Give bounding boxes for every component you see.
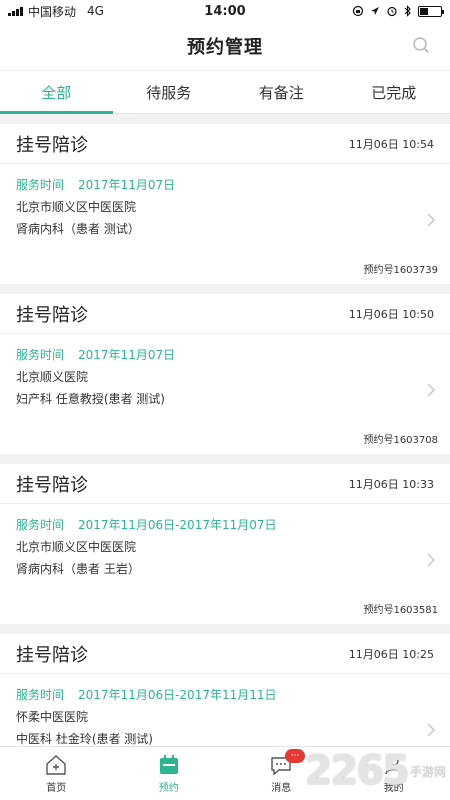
tab-home-label: 首页: [46, 783, 67, 794]
appointment-number: 预约号1603739: [363, 265, 438, 276]
tab-pending[interactable]: 待服务: [113, 71, 226, 113]
department-patient: 妇产科 任意教授(患者 测试): [16, 392, 165, 406]
search-icon[interactable]: [412, 36, 430, 54]
department-patient: 肾病内科（患者 测试）: [16, 222, 140, 236]
location-icon: [371, 7, 379, 15]
service-date: 2017年11月07日: [78, 348, 176, 362]
service-row: 服务时间 2017年11月07日: [16, 344, 434, 366]
card-header: 挂号陪诊 11月06日 10:50: [0, 294, 450, 334]
card-created-time: 11月06日 10:25: [348, 647, 434, 661]
chevron-right-icon: [427, 553, 436, 567]
card-body: 服务时间 2017年11月07日 北京市顺义区中医医院 肾病内科（患者 测试）: [0, 164, 450, 240]
service-row: 服务时间 2017年11月06日-2017年11月07日: [16, 514, 434, 536]
status-right: [352, 5, 444, 17]
battery-icon: [418, 5, 444, 17]
calendar-icon: [159, 755, 178, 774]
card-body: 服务时间 2017年11月07日 北京顺义医院 妇产科 任意教授(患者 测试): [0, 334, 450, 410]
carrier-label: 中国移动: [28, 4, 77, 19]
card-header: 挂号陪诊 11月06日 10:54: [0, 124, 450, 164]
status-bar: 中国移动 4G 14:00: [0, 0, 450, 22]
home-icon: [46, 755, 66, 775]
message-badge: ···: [285, 749, 305, 763]
chevron-right-icon: [427, 383, 436, 397]
page-title: 预约管理: [187, 37, 263, 58]
department-patient: 肾病内科（患者 王岩）: [16, 562, 140, 576]
service-label: 服务时间: [16, 178, 65, 192]
tab-remarks[interactable]: 有备注: [225, 71, 338, 113]
service-date: 2017年11月06日-2017年11月07日: [78, 518, 277, 532]
service-row: 服务时间 2017年11月06日-2017年11月11日: [16, 684, 434, 706]
watermark-logo: 2265: [304, 748, 410, 794]
filter-tabs: 全部 待服务 有备注 已完成: [0, 70, 450, 114]
appointment-card[interactable]: 挂号陪诊 11月06日 10:33 服务时间 2017年11月06日-2017年…: [0, 464, 450, 624]
service-label: 服务时间: [16, 518, 65, 532]
lock-rotation-icon: [352, 5, 364, 17]
card-body: 服务时间 2017年11月06日-2017年11月07日 北京市顺义区中医医院 …: [0, 504, 450, 580]
service-date: 2017年11月07日: [78, 178, 176, 192]
department-patient: 中医科 杜金玲(患者 测试): [16, 732, 153, 746]
appointment-card[interactable]: 挂号陪诊 11月06日 10:25 服务时间 2017年11月06日-2017年…: [0, 634, 450, 746]
appointment-number: 预约号1603581: [363, 605, 438, 616]
card-created-time: 11月06日 10:33: [348, 477, 434, 491]
service-row: 服务时间 2017年11月07日: [16, 174, 434, 196]
card-title: 挂号陪诊: [16, 134, 88, 156]
hospital-name: 怀柔中医医院: [16, 710, 89, 724]
watermark: 2265 手游网: [305, 748, 446, 794]
service-date: 2017年11月06日-2017年11月11日: [78, 688, 277, 702]
hospital-name: 北京市顺义区中医医院: [16, 200, 137, 214]
watermark-text: 手游网: [409, 764, 446, 779]
hospital-name: 北京顺义医院: [16, 370, 89, 384]
card-created-time: 11月06日 10:54: [348, 137, 434, 151]
service-label: 服务时间: [16, 688, 65, 702]
tab-appointment[interactable]: 预约: [113, 747, 226, 800]
bluetooth-icon: [404, 5, 411, 17]
tab-messages-label: 消息: [271, 783, 292, 794]
appointment-card[interactable]: 挂号陪诊 11月06日 10:50 服务时间 2017年11月07日 北京顺义医…: [0, 294, 450, 454]
appointment-list[interactable]: 挂号陪诊 11月06日 10:54 服务时间 2017年11月07日 北京市顺义…: [0, 124, 450, 746]
signal-icon: [8, 6, 23, 16]
tab-appointment-label: 预约: [158, 783, 179, 794]
network-label: 4G: [87, 4, 104, 18]
chevron-right-icon: [427, 723, 436, 737]
card-body: 服务时间 2017年11月06日-2017年11月11日 怀柔中医医院 中医科 …: [0, 674, 450, 746]
appointment-number: 预约号1603708: [363, 435, 438, 446]
tab-all[interactable]: 全部: [0, 71, 113, 114]
chevron-right-icon: [427, 213, 436, 227]
service-label: 服务时间: [16, 348, 65, 362]
hospital-name: 北京市顺义区中医医院: [16, 540, 137, 554]
tab-completed[interactable]: 已完成: [338, 71, 450, 113]
appointment-card[interactable]: 挂号陪诊 11月06日 10:54 服务时间 2017年11月07日 北京市顺义…: [0, 124, 450, 284]
alarm-icon: [387, 6, 397, 17]
status-left: 中国移动 4G: [8, 3, 104, 20]
card-created-time: 11月06日 10:50: [348, 307, 434, 321]
card-title: 挂号陪诊: [16, 474, 88, 496]
card-title: 挂号陪诊: [16, 304, 88, 326]
card-header: 挂号陪诊 11月06日 10:25: [0, 634, 450, 674]
card-header: 挂号陪诊 11月06日 10:33: [0, 464, 450, 504]
tab-home[interactable]: 首页: [0, 747, 113, 800]
card-title: 挂号陪诊: [16, 644, 88, 666]
nav-bar: 预约管理: [0, 22, 450, 70]
